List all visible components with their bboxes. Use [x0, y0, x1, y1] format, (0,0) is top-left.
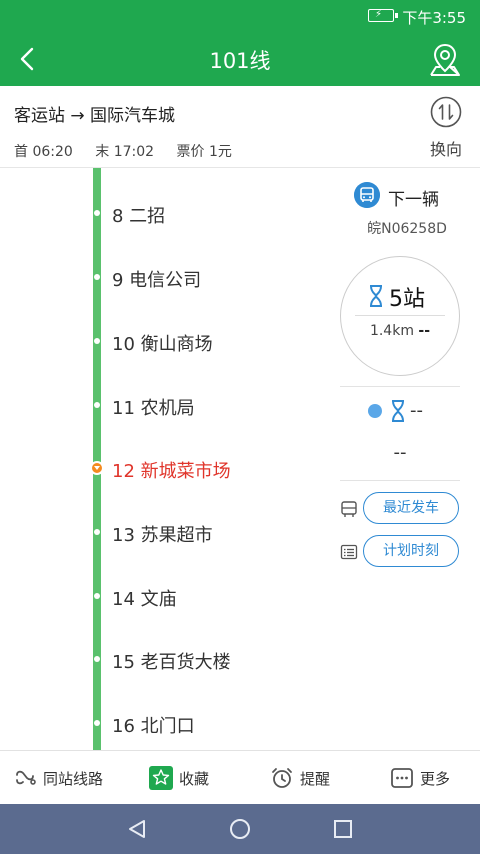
bus-distance: 1.4km --	[369, 323, 431, 339]
nav-recents-icon[interactable]	[332, 818, 354, 840]
hourglass-icon	[392, 400, 404, 422]
more-label: 更多	[420, 770, 451, 788]
recent-departure-button[interactable]: 最近发车	[363, 492, 459, 524]
battery-charging-icon: ⚡	[368, 9, 398, 22]
current-station-marker	[90, 461, 104, 475]
station-name: 10 衡山商场	[112, 334, 213, 355]
same-stop-lines-label: 同站线路	[43, 770, 104, 788]
station-dot	[94, 402, 100, 408]
first-bus-time: 首 06:20	[14, 144, 73, 160]
swap-direction-label: 换向	[429, 140, 462, 159]
bus-outline-icon	[341, 501, 357, 517]
station-name: 15 老百货大楼	[112, 652, 231, 673]
station-dot	[94, 529, 100, 535]
alarm-clock-icon	[272, 768, 292, 788]
star-icon	[149, 766, 173, 790]
station-name: 13 苏果超市	[112, 525, 213, 546]
bus-icon	[354, 182, 380, 208]
more-icon	[391, 768, 413, 788]
bottom-toolbar: 同站线路 收藏 提醒 更多	[0, 750, 480, 804]
station-item[interactable]: 9 电信公司	[0, 258, 330, 298]
favorite-label: 收藏	[179, 770, 210, 788]
bus-dot-icon	[368, 404, 382, 418]
next-bus-label: 下一辆	[388, 190, 439, 210]
station-name: 16 北门口	[112, 716, 195, 737]
favorite-button[interactable]: 收藏	[149, 751, 229, 805]
second-eta-sub: --	[393, 442, 407, 463]
station-dot	[94, 274, 100, 280]
route-meta: 首 06:20 末 17:02 票价 1元	[14, 141, 250, 161]
status-time: 下午3:55	[402, 9, 466, 27]
swap-direction-icon	[430, 96, 462, 128]
list-icon	[340, 544, 358, 560]
station-dot	[94, 720, 100, 726]
station-name: 9 电信公司	[112, 270, 202, 291]
station-item[interactable]: 16 北门口	[0, 704, 330, 744]
next-bus-panel: 下一辆 皖N06258D 5站 1.4km -- -- -- 最近发车 计划时刻	[334, 168, 480, 750]
stops-away: 5站	[389, 287, 425, 312]
divider	[340, 480, 460, 481]
station-item[interactable]: 11 农机局	[0, 386, 330, 426]
recent-departure-row: 最近发车	[334, 492, 480, 526]
route-direction: 客运站 → 国际汽车城	[14, 106, 176, 126]
app-bar: 101线	[0, 32, 480, 86]
reminder-label: 提醒	[300, 770, 331, 788]
station-item[interactable]: 8 二招	[0, 194, 330, 234]
page-title: 101线	[209, 49, 271, 73]
nav-back-icon[interactable]	[126, 818, 148, 840]
swap-direction-button[interactable]: 换向	[424, 96, 468, 160]
same-stop-lines-button[interactable]: 同站线路	[13, 751, 123, 805]
station-item[interactable]: 13 苏果超市	[0, 513, 330, 553]
station-dot	[94, 210, 100, 216]
next-bus-header: 下一辆	[354, 182, 474, 210]
transfer-lines-icon	[16, 770, 36, 785]
bus-plate: 皖N06258D	[367, 221, 447, 237]
eta-circle: 5站 1.4km --	[340, 256, 460, 376]
station-item[interactable]: 14 文庙	[0, 577, 330, 617]
station-item-current[interactable]: 12 新城菜市场	[0, 449, 330, 489]
route-info: 客运站 → 国际汽车城 首 06:20 末 17:02 票价 1元 换向	[0, 86, 480, 168]
station-dot	[94, 593, 100, 599]
station-dot	[94, 656, 100, 662]
reminder-button[interactable]: 提醒	[270, 751, 350, 805]
station-name: 8 二招	[112, 206, 166, 227]
nav-home-icon[interactable]	[229, 818, 251, 840]
schedule-row: 计划时刻	[334, 535, 480, 569]
hourglass-icon	[370, 285, 382, 307]
station-name: 12 新城菜市场	[112, 461, 231, 482]
fare: 票价 1元	[176, 144, 232, 160]
schedule-button[interactable]: 计划时刻	[363, 535, 459, 567]
divider	[340, 386, 460, 387]
last-bus-time: 末 17:02	[95, 144, 155, 160]
map-pin-icon[interactable]	[428, 41, 462, 77]
status-bar: ⚡ 下午3:55	[0, 0, 480, 32]
station-name: 14 文庙	[112, 589, 177, 610]
station-item[interactable]: 15 老百货大楼	[0, 640, 330, 680]
station-name: 11 农机局	[112, 398, 195, 419]
second-eta-value: --	[410, 400, 423, 421]
eta-divider	[355, 315, 445, 316]
second-bus-eta: --	[368, 400, 458, 424]
more-button[interactable]: 更多	[390, 751, 470, 805]
system-nav-bar	[0, 804, 480, 854]
station-list-area: 8 二招 9 电信公司 10 衡山商场 11 农机局 12 新城菜市场 13 苏…	[0, 168, 480, 750]
station-dot	[94, 338, 100, 344]
station-item[interactable]: 10 衡山商场	[0, 322, 330, 362]
